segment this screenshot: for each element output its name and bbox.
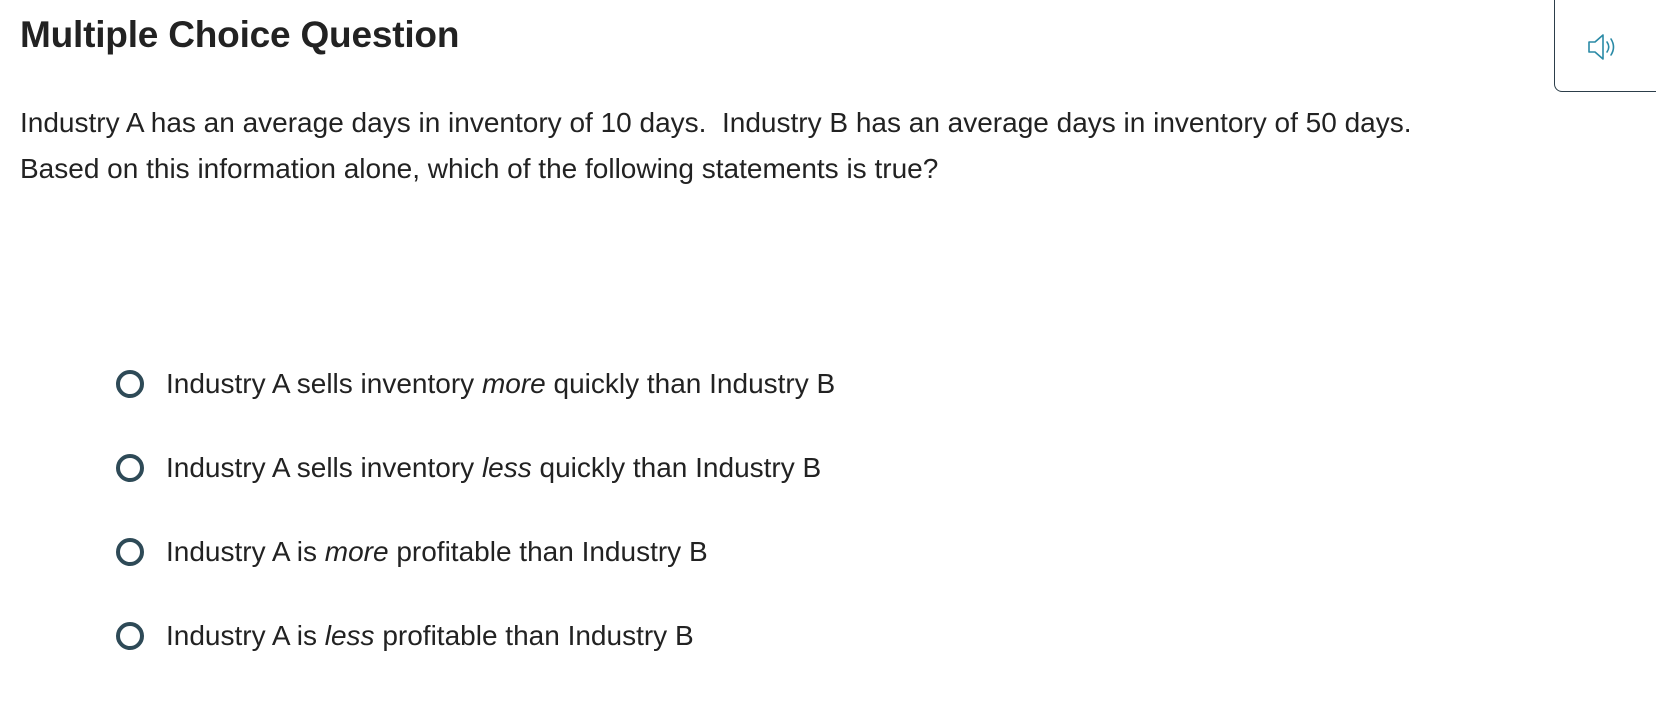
option-text-end: quickly than Industry B: [531, 452, 822, 483]
option-label: Industry A is more profitable than Indus…: [166, 536, 708, 568]
radio-button[interactable]: [116, 454, 144, 482]
read-aloud-button[interactable]: [1554, 0, 1656, 92]
page-title: Multiple Choice Question: [20, 14, 460, 55]
option-text-start: Industry A is: [166, 536, 325, 567]
speaker-icon: [1588, 33, 1615, 60]
option-text-end: quickly than Industry B: [545, 368, 836, 399]
answer-option-1[interactable]: Industry A sells inventory more quickly …: [116, 350, 835, 434]
question-page: Multiple Choice Question Industry A has …: [0, 0, 1656, 728]
option-text-end: profitable than Industry B: [388, 536, 708, 567]
question-line-2: Based on this information alone, which o…: [20, 153, 939, 184]
option-text-start: Industry A is: [166, 620, 325, 651]
answer-option-4[interactable]: Industry A is less profitable than Indus…: [116, 602, 835, 686]
option-emphasis: more: [481, 368, 546, 399]
answer-options: Industry A sells inventory more quickly …: [116, 350, 835, 686]
option-emphasis: less: [324, 620, 375, 651]
option-emphasis: less: [481, 452, 532, 483]
option-emphasis: more: [324, 536, 389, 567]
option-text-start: Industry A sells inventory: [166, 452, 482, 483]
option-label: Industry A sells inventory more quickly …: [166, 368, 835, 400]
question-line-1: Industry A has an average days in invent…: [20, 107, 1412, 138]
answer-option-2[interactable]: Industry A sells inventory less quickly …: [116, 434, 835, 518]
radio-button[interactable]: [116, 538, 144, 566]
radio-button[interactable]: [116, 622, 144, 650]
question-text: Industry A has an average days in invent…: [20, 100, 1630, 192]
radio-button[interactable]: [116, 370, 144, 398]
answer-option-3[interactable]: Industry A is more profitable than Indus…: [116, 518, 835, 602]
option-text-end: profitable than Industry B: [374, 620, 694, 651]
option-label: Industry A sells inventory less quickly …: [166, 452, 821, 484]
option-label: Industry A is less profitable than Indus…: [166, 620, 694, 652]
option-text-start: Industry A sells inventory: [166, 368, 482, 399]
